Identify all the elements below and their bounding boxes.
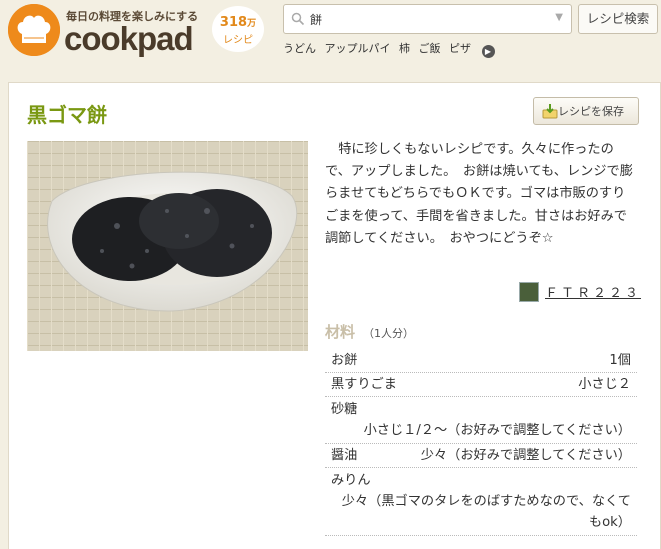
ingredient-name: 醤油 — [331, 448, 358, 463]
ingredient-quantity: 少々（お好みで調整してください） — [420, 448, 631, 463]
keyword-suggestions: うどん アップルパイ 柿 ご飯 ピザ ▶ — [283, 40, 500, 58]
chevron-right-icon[interactable]: ▶ — [481, 45, 495, 58]
recipe-card: 黒ゴマ餅 レシピを保存 特に珍しくもないレシピです。久々に作ったので、アップしま… — [8, 82, 661, 549]
ingredient-name: 砂糖 — [331, 402, 358, 417]
keyword-link[interactable]: ピザ — [449, 42, 471, 55]
site-header: 毎日の料理を楽しみにする cookpad 318万 レシピ ▼ レシピ検索 うど… — [0, 0, 661, 72]
ingredient-row: 醤油 少々（お好みで調整してください） — [325, 444, 637, 468]
keyword-link[interactable]: アップルパイ — [325, 42, 391, 55]
recipe-count-badge: 318万 レシピ — [212, 6, 264, 52]
search-box[interactable]: ▼ — [283, 4, 572, 34]
ingredients-list: お餅 1個 黒すりごま 小さじ２ 砂糖 小さじ１/２～（お好みで調整してください… — [325, 349, 637, 536]
ingredient-row: みりん 少々（黒ゴマのタレをのばすためなので、なくてもok） — [325, 468, 637, 536]
recipe-count-number: 318 — [219, 15, 248, 30]
recipe-count-label: レシピ — [223, 35, 253, 46]
save-recipe-button[interactable]: レシピを保存 — [533, 97, 639, 125]
recipe-description: 特に珍しくもないレシピです。久々に作ったので、アップしました。 お餅は焼いても、… — [325, 142, 633, 246]
author-link[interactable]: ＦＴＲ２２３ — [519, 281, 641, 303]
dropdown-arrow-icon[interactable]: ▼ — [555, 12, 563, 23]
ingredients-title: 材料 — [325, 323, 356, 341]
save-download-icon — [542, 103, 558, 122]
ingredient-quantity: 小さじ１/２～（お好みで調整してください） — [363, 423, 631, 438]
cookpad-logo[interactable]: cookpad — [64, 20, 194, 58]
ingredient-quantity: 少々（黒ゴマのタレをのばすためなので、なくてもok） — [341, 494, 631, 530]
search-icon — [291, 11, 305, 30]
ingredient-row: 黒すりごま 小さじ２ — [325, 373, 637, 397]
recipe-title: 黒ゴマ餅 — [27, 103, 107, 127]
ingredient-row: お餅 1個 — [325, 349, 637, 373]
ingredient-name: みりん — [331, 473, 371, 488]
save-recipe-label: レシピを保存 — [558, 105, 624, 118]
ingredient-quantity: 小さじ２ — [578, 377, 631, 392]
ingredients-heading: 材料 （1人分） — [325, 321, 414, 342]
ingredient-quantity: 1個 — [609, 353, 631, 368]
ingredient-row: 砂糖 小さじ１/２～（お好みで調整してください） — [325, 397, 637, 444]
keyword-link[interactable]: ご飯 — [419, 42, 441, 55]
recipe-count-unit: 万 — [247, 19, 257, 29]
ingredient-name: お餅 — [331, 353, 358, 368]
ingredient-name: 黒すりごま — [331, 377, 397, 392]
keyword-link[interactable]: うどん — [283, 42, 316, 55]
author-name[interactable]: ＦＴＲ２２３ — [545, 286, 641, 301]
recipe-photo[interactable] — [27, 141, 308, 351]
search-input[interactable] — [310, 10, 540, 28]
avatar[interactable] — [519, 281, 539, 302]
ingredients-servings: （1人分） — [363, 327, 415, 340]
search-button[interactable]: レシピ検索 — [578, 4, 658, 34]
chef-hat-icon[interactable] — [8, 4, 60, 56]
keyword-link[interactable]: 柿 — [399, 42, 410, 55]
